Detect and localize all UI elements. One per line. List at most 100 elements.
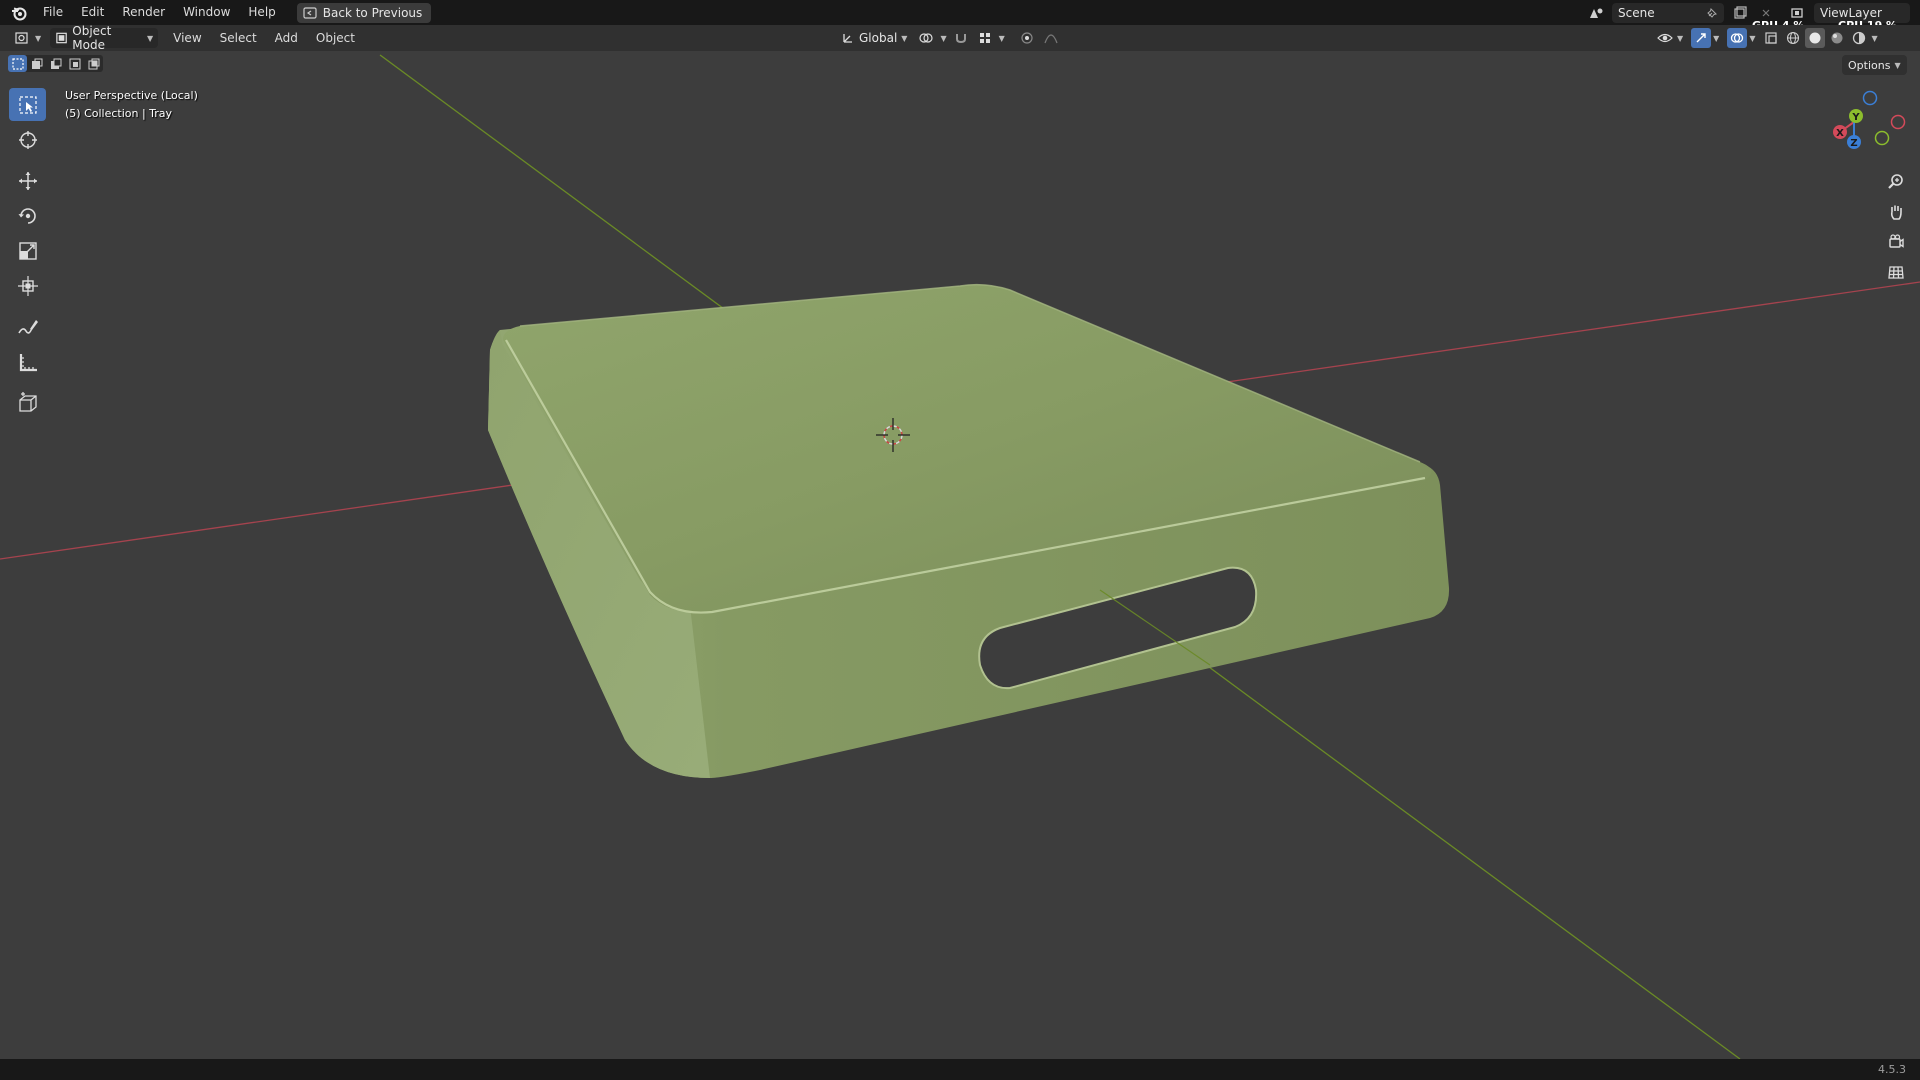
3d-viewport[interactable] (0, 51, 1920, 1060)
cursor-icon (18, 130, 37, 149)
move-tool[interactable] (9, 164, 46, 197)
measure-icon (19, 353, 37, 371)
annotate-tool[interactable] (9, 310, 46, 343)
3d-viewport-icon (15, 32, 28, 44)
select-invert-icon[interactable] (65, 55, 84, 72)
measure-tool[interactable] (9, 345, 46, 378)
gizmo-y-label: Y (1851, 112, 1860, 123)
menu-add[interactable]: Add (266, 25, 307, 51)
scale-tool[interactable] (9, 234, 46, 267)
menu-render[interactable]: Render (113, 0, 174, 25)
overlays-toggle-icon[interactable] (1727, 28, 1748, 48)
object-mode-icon (56, 32, 67, 44)
tool-shelf (9, 88, 47, 421)
chevron-down-icon: ▼ (1677, 33, 1684, 43)
chevron-down-icon: ▼ (1749, 33, 1756, 43)
falloff-icon[interactable] (1041, 28, 1061, 48)
orientation-label: Global (859, 31, 898, 45)
editor-type-dropdown[interactable]: ▼ (10, 28, 46, 48)
rotate-tool[interactable] (9, 199, 46, 232)
material-shading-icon[interactable] (1827, 28, 1847, 48)
gizmo-neg-y-icon[interactable] (1874, 130, 1890, 146)
scene-name: Scene (1618, 5, 1655, 20)
gizmo-neg-z-icon[interactable] (1862, 90, 1878, 106)
viewport-info: User Perspective (Local) (5) Collection … (65, 87, 198, 123)
menu-view[interactable]: View (164, 25, 210, 51)
camera-icon (1889, 234, 1904, 248)
wireframe-shading-icon[interactable] (1783, 28, 1803, 48)
collection-label: (5) Collection | Tray (65, 107, 173, 120)
transform-tools: Global ▼ ▼ ▼ (836, 28, 1061, 48)
grid-icon (1888, 266, 1904, 279)
options-dropdown[interactable]: Options ▼ (1842, 55, 1907, 75)
viewport-canvas[interactable] (0, 51, 1920, 1060)
top-menu-bar: File Edit Render Window Help Back to Pre… (0, 0, 1920, 32)
select-box-icon (18, 95, 37, 114)
new-view-layer-icon[interactable] (1916, 3, 1920, 23)
snap-target-icon[interactable] (975, 28, 995, 48)
object-mode-dropdown[interactable]: Object Mode ▼ (50, 24, 159, 52)
menu-select[interactable]: Select (211, 25, 266, 51)
menu-file[interactable]: File (34, 0, 72, 25)
orientation-icon (843, 34, 852, 43)
chevron-down-icon: ▼ (940, 33, 947, 43)
menu-object[interactable]: Object (307, 25, 364, 51)
select-extend-icon[interactable] (27, 55, 46, 72)
hand-icon (1890, 205, 1902, 220)
scene-type-icon[interactable] (1586, 3, 1606, 23)
scene-name-field[interactable]: Scene (1612, 2, 1724, 23)
select-subtract-icon[interactable] (46, 55, 65, 72)
tray-mesh[interactable] (488, 283, 1450, 778)
gizmo-neg-x-icon[interactable] (1890, 114, 1906, 130)
proportional-editing-icon[interactable] (1017, 28, 1037, 48)
orientation-dropdown[interactable]: Global ▼ (836, 28, 912, 48)
version-label: 4.5.3 (1878, 1063, 1906, 1076)
select-box-tool[interactable] (9, 88, 46, 121)
select-new-icon[interactable] (8, 55, 27, 72)
pivot-point-icon[interactable] (916, 28, 936, 48)
navigation-gizmo[interactable]: X Y Z (1824, 86, 1920, 172)
camera-view-button[interactable] (1882, 228, 1910, 256)
snap-icon[interactable] (951, 28, 971, 48)
gizmo-x-label: X (1836, 128, 1844, 139)
back-to-previous-button[interactable]: Back to Previous (296, 2, 432, 23)
rotate-icon (18, 207, 36, 224)
visibility-icon[interactable] (1655, 28, 1675, 48)
rendered-shading-icon[interactable] (1849, 28, 1869, 48)
chevron-down-icon: ▼ (1894, 60, 1901, 70)
add-cube-icon (18, 391, 37, 412)
blender-logo-icon[interactable] (8, 2, 30, 24)
cursor-tool[interactable] (9, 123, 46, 156)
viewport-header: ▼ Object Mode ▼ View Select Add Object G… (0, 24, 1920, 52)
new-scene-icon[interactable] (1730, 3, 1750, 23)
pin-icon[interactable] (1706, 7, 1718, 19)
select-intersect-icon[interactable] (84, 55, 103, 72)
menu-edit[interactable]: Edit (72, 0, 113, 25)
move-icon (18, 171, 37, 190)
zoom-button[interactable] (1882, 168, 1910, 196)
back-to-previous-label: Back to Previous (322, 5, 423, 20)
chevron-down-icon: ▼ (35, 33, 42, 43)
main-menu: File Edit Render Window Help (34, 0, 285, 25)
gizmo-z-label: Z (1850, 138, 1857, 149)
transform-tool[interactable] (9, 269, 46, 302)
menu-window[interactable]: Window (174, 0, 239, 25)
annotate-icon (17, 319, 38, 334)
xray-toggle-icon[interactable] (1761, 28, 1781, 48)
object-mode-label: Object Mode (72, 24, 112, 52)
status-bar: 4.5.3 (0, 1059, 1920, 1080)
solid-shading-icon[interactable] (1805, 28, 1826, 48)
scale-icon (18, 241, 37, 260)
chevron-down-icon: ▼ (1713, 33, 1720, 43)
perspective-label: User Perspective (Local) (65, 89, 198, 102)
ortho-toggle-button[interactable] (1882, 258, 1910, 286)
add-cube-tool[interactable] (9, 386, 46, 419)
pan-button[interactable] (1882, 198, 1910, 226)
menu-help[interactable]: Help (239, 0, 284, 25)
gizmo-toggle-icon[interactable] (1691, 28, 1712, 48)
chevron-down-icon: ▼ (998, 33, 1005, 43)
viewport-display-tools: ▼ ▼ ▼ ▼ (1655, 28, 1878, 48)
back-icon (303, 6, 317, 19)
zoom-icon (1888, 174, 1903, 189)
chevron-down-icon: ▼ (901, 33, 908, 43)
